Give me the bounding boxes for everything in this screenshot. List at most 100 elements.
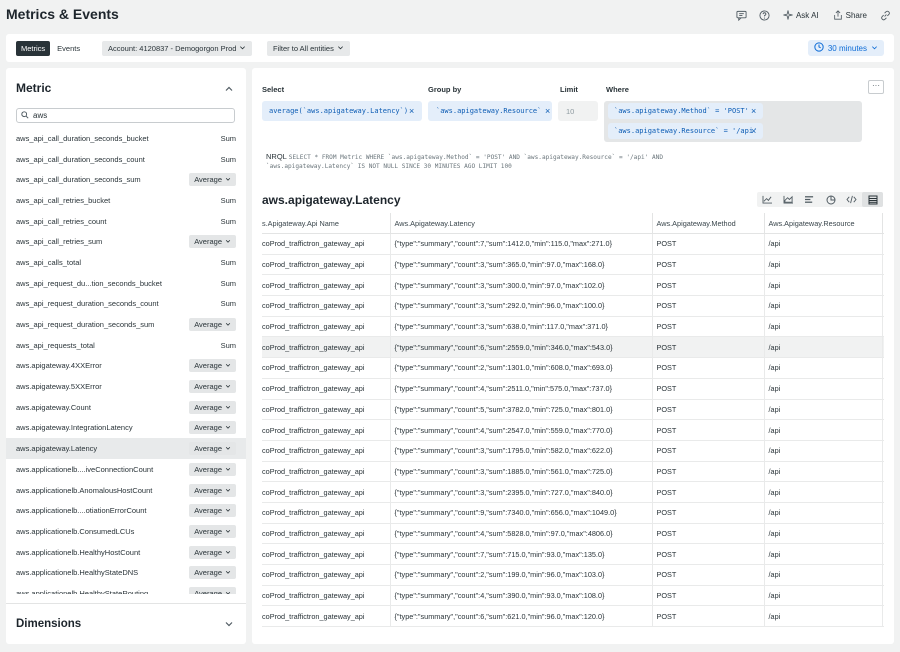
table-row[interactable]: coProd_traffictron_gateway_api {"type":"s… [262,357,884,379]
table-row[interactable]: coProd_traffictron_gateway_api {"type":"s… [262,419,884,441]
aggregation-dropdown[interactable]: Average [189,173,236,187]
metric-search-input[interactable]: aws [16,108,235,123]
remove-select-icon[interactable]: × [409,106,414,116]
metric-list-item[interactable]: aws_api_call_retries_bucket Sum [6,190,246,211]
table-row[interactable]: coProd_traffictron_gateway_api {"type":"s… [262,543,884,565]
limit-input[interactable]: 10 [558,101,598,121]
metric-list-item[interactable]: aws_api_requests_total Sum [6,335,246,356]
table-row[interactable]: coProd_traffictron_gateway_api {"type":"s… [262,461,884,483]
table-row[interactable]: coProd_traffictron_gateway_api {"type":"s… [262,481,884,503]
bar-chart-icon[interactable] [799,192,820,207]
table-cell: coProd_traffictron_gateway_api [262,378,391,400]
chevron-up-icon[interactable] [224,84,234,96]
metric-list-item[interactable]: aws_api_request_duration_seconds_count Su… [6,294,246,315]
table-row[interactable]: coProd_traffictron_gateway_api {"type":"s… [262,502,884,524]
table-cell: /api [764,502,883,524]
aggregation-dropdown[interactable]: Average [189,421,236,435]
table-row[interactable]: coProd_traffictron_gateway_api {"type":"s… [262,295,884,317]
table-cell: {"type":"summary","count":3,"sum":365.0,… [390,254,653,276]
metric-list-item[interactable]: aws.apigateway.4XXError Average [6,356,246,377]
table-row[interactable]: coProd_traffictron_gateway_api {"type":"s… [262,564,884,586]
table-row[interactable]: coProd_traffictron_gateway_api {"type":"s… [262,274,884,297]
metric-list-item[interactable]: aws.applicationelb.HealthyStateRouting Av… [6,583,246,594]
metric-list-item[interactable]: aws_api_request_duration_seconds_sum Aver… [6,314,246,335]
table-row[interactable]: coProd_traffictron_gateway_api {"type":"s… [262,233,884,255]
aggregation-dropdown[interactable]: Average [189,504,236,518]
aggregation-dropdown[interactable]: Average [189,380,236,394]
metric-list-item[interactable]: aws.applicationelb....otiationErrorCount… [6,500,246,521]
column-header[interactable]: Aws.Apigateway.Latency [390,213,653,234]
entity-filter[interactable]: Filter to All entities [267,41,350,56]
column-header[interactable]: Aws.Apigateway.Method [652,213,765,234]
remove-where-2-icon[interactable]: × [751,126,756,136]
aggregation-dropdown[interactable]: Average [189,442,236,456]
metric-list-item[interactable]: aws.applicationelb.AnomalousHostCount Ave… [6,480,246,501]
metric-list-item[interactable]: aws.applicationelb.ConsumedLCUs Average [6,521,246,542]
ask-ai-button[interactable]: Ask AI [779,7,823,24]
metric-list-item[interactable]: aws_api_call_retries_sum Average [6,231,246,252]
code-icon[interactable] [841,192,862,207]
metric-list-item[interactable]: aws.applicationelb.HealthyHostCount Avera… [6,542,246,563]
metric-list-item[interactable]: aws.apigateway.IntegrationLatency Average [6,418,246,439]
metric-list-item[interactable]: aws_api_call_duration_seconds_bucket Sum [6,128,246,149]
aggregation-dropdown[interactable]: Average [189,462,236,476]
line-chart-icon[interactable] [757,192,778,207]
link-icon[interactable] [877,7,894,24]
metric-list-item[interactable]: aws_api_call_duration_seconds_sum Average [6,169,246,190]
table-cell: coProd_traffictron_gateway_api [262,440,391,462]
table-cell: {"type":"summary","count":4,"sum":5828.0… [390,523,653,545]
metric-list-item[interactable]: aws.applicationelb.HealthyStateDNS Averag… [6,562,246,583]
aggregation-dropdown[interactable]: Average [189,400,236,414]
metric-name: aws.applicationelb.ConsumedLCUs [16,526,135,536]
metric-list-item[interactable]: aws_api_call_duration_seconds_count Sum [6,149,246,170]
metric-list-item[interactable]: aws_api_call_retries_count Sum [6,211,246,232]
table-cell: ( [882,233,884,255]
share-button[interactable]: Share [829,7,871,24]
column-header[interactable]: Aws.Apigateway.Resource [764,213,883,234]
tab-events[interactable]: Events [52,41,85,56]
feedback-icon[interactable] [733,7,750,24]
remove-where-1-icon[interactable]: × [751,106,756,116]
select-label: Select [262,85,285,94]
top-actions: Ask AI Share [733,7,894,24]
table-icon[interactable] [862,192,883,207]
table-row[interactable]: coProd_traffictron_gateway_api {"type":"s… [262,440,884,462]
area-chart-icon[interactable] [778,192,799,207]
metric-list-item[interactable]: aws_api_calls_total Sum [6,252,246,273]
chevron-down-icon[interactable] [224,619,234,631]
aggregation-dropdown[interactable]: Average [189,524,236,538]
column-header[interactable]: A [882,213,884,234]
dimensions-title[interactable]: Dimensions [16,618,81,630]
table-row[interactable]: coProd_traffictron_gateway_api {"type":"s… [262,378,884,400]
aggregation-dropdown[interactable]: Average [189,586,236,594]
aggregation-dropdown[interactable]: Average [189,235,236,249]
table-row[interactable]: coProd_traffictron_gateway_api {"type":"s… [262,254,884,276]
chevron-down-icon [225,465,231,474]
more-icon[interactable]: ··· [868,80,884,94]
table-row[interactable]: coProd_traffictron_gateway_api {"type":"s… [262,336,884,359]
time-picker[interactable]: 30 minutes [807,40,884,56]
table-row[interactable]: coProd_traffictron_gateway_api {"type":"s… [262,585,884,607]
table-row[interactable]: coProd_traffictron_gateway_api {"type":"s… [262,605,884,628]
metric-list-item[interactable]: aws.applicationelb....iveConnectionCount… [6,459,246,480]
remove-groupby-icon[interactable]: × [545,106,550,116]
table-row[interactable]: coProd_traffictron_gateway_api {"type":"s… [262,399,884,421]
metric-list-item[interactable]: aws.apigateway.Count Average [6,397,246,418]
column-header[interactable]: s.Apigateway.Api Name [262,213,391,234]
metric-list-item[interactable]: aws.apigateway.Latency Average [6,438,246,459]
account-selector[interactable]: Account: 4120837 - Demogorgon Prod [102,41,253,56]
table-row[interactable]: coProd_traffictron_gateway_api {"type":"s… [262,523,884,545]
metric-list-item[interactable]: aws_api_request_du...tion_seconds_bucket… [6,273,246,294]
aggregation-dropdown[interactable]: Average [189,359,236,373]
aggregation-dropdown[interactable]: Average [189,566,236,580]
help-icon[interactable] [756,7,773,24]
aggregation-dropdown[interactable]: Average [189,545,236,559]
aggregation-dropdown[interactable]: Average [189,483,236,497]
table-cell: {"type":"summary","count":3,"sum":300.0,… [390,274,653,297]
metric-list-item[interactable]: aws.apigateway.5XXError Average [6,376,246,397]
tab-metrics[interactable]: Metrics [16,41,51,56]
sparkle-icon [783,9,793,22]
pie-chart-icon[interactable] [820,192,841,207]
table-row[interactable]: coProd_traffictron_gateway_api {"type":"s… [262,316,884,338]
aggregation-dropdown[interactable]: Average [189,318,236,332]
